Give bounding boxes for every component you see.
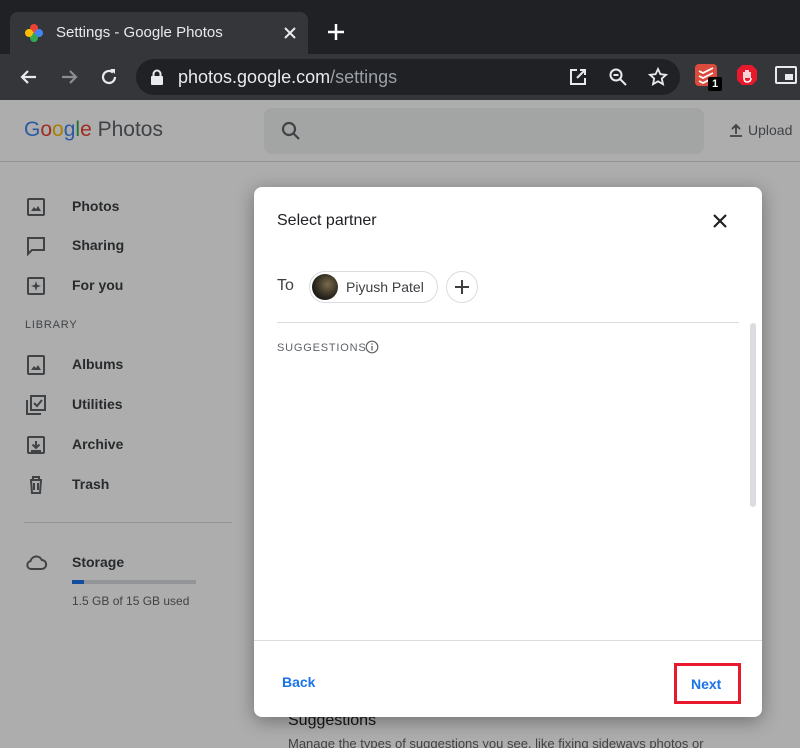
suggestions-label: SUGGESTIONS [277,342,367,354]
zoom-icon[interactable] [608,67,628,87]
url-text[interactable]: photos.google.com/settings [178,67,397,88]
adblock-hand-icon [737,65,757,85]
partner-name: Piyush Patel [346,279,424,295]
to-label: To [277,277,294,294]
plus-icon [455,280,469,294]
bookmark-star-icon[interactable] [648,67,668,87]
lock-icon[interactable] [150,69,164,85]
todoist-extension[interactable]: 1 [694,63,722,91]
adblock-extension[interactable] [735,63,763,91]
next-button-label: Next [691,676,722,692]
dialog-scrollbar[interactable] [750,323,756,507]
back-button[interactable]: Back [282,674,315,690]
back-arrow-icon[interactable] [16,64,42,90]
extension-badge: 1 [708,77,722,91]
forward-arrow-icon[interactable] [56,64,82,90]
close-icon[interactable] [708,209,732,233]
url-host: photos.google.com [178,67,331,87]
dialog-footer-divider [254,640,762,641]
tab-title: Settings - Google Photos [56,24,223,41]
browser-tab[interactable]: Settings - Google Photos [10,12,308,54]
partner-chip[interactable]: Piyush Patel [309,271,438,303]
select-partner-dialog: Select partner To Piyush Patel SUGGESTIO… [254,187,762,717]
new-tab-icon[interactable] [324,20,348,44]
google-photos-page: Google Photos Upload Photos Sharing For … [0,100,800,748]
google-photos-favicon-icon [25,24,43,42]
avatar [312,274,338,300]
reload-icon[interactable] [96,64,122,90]
close-tab-icon[interactable] [280,23,300,43]
url-path: /settings [330,67,398,87]
info-icon[interactable] [365,340,379,354]
open-in-app-icon[interactable] [568,67,588,87]
dialog-title: Select partner [277,212,377,229]
tab-strip: Settings - Google Photos [0,0,800,54]
add-partner-button[interactable] [446,271,478,303]
address-bar[interactable]: photos.google.com/settings [136,59,680,95]
picture-in-picture-icon [775,66,797,84]
browser-toolbar: photos.google.com/settings 1 [0,54,800,100]
picture-in-picture-extension[interactable] [774,63,800,91]
next-button[interactable]: Next [674,663,741,704]
dialog-divider [277,322,739,323]
